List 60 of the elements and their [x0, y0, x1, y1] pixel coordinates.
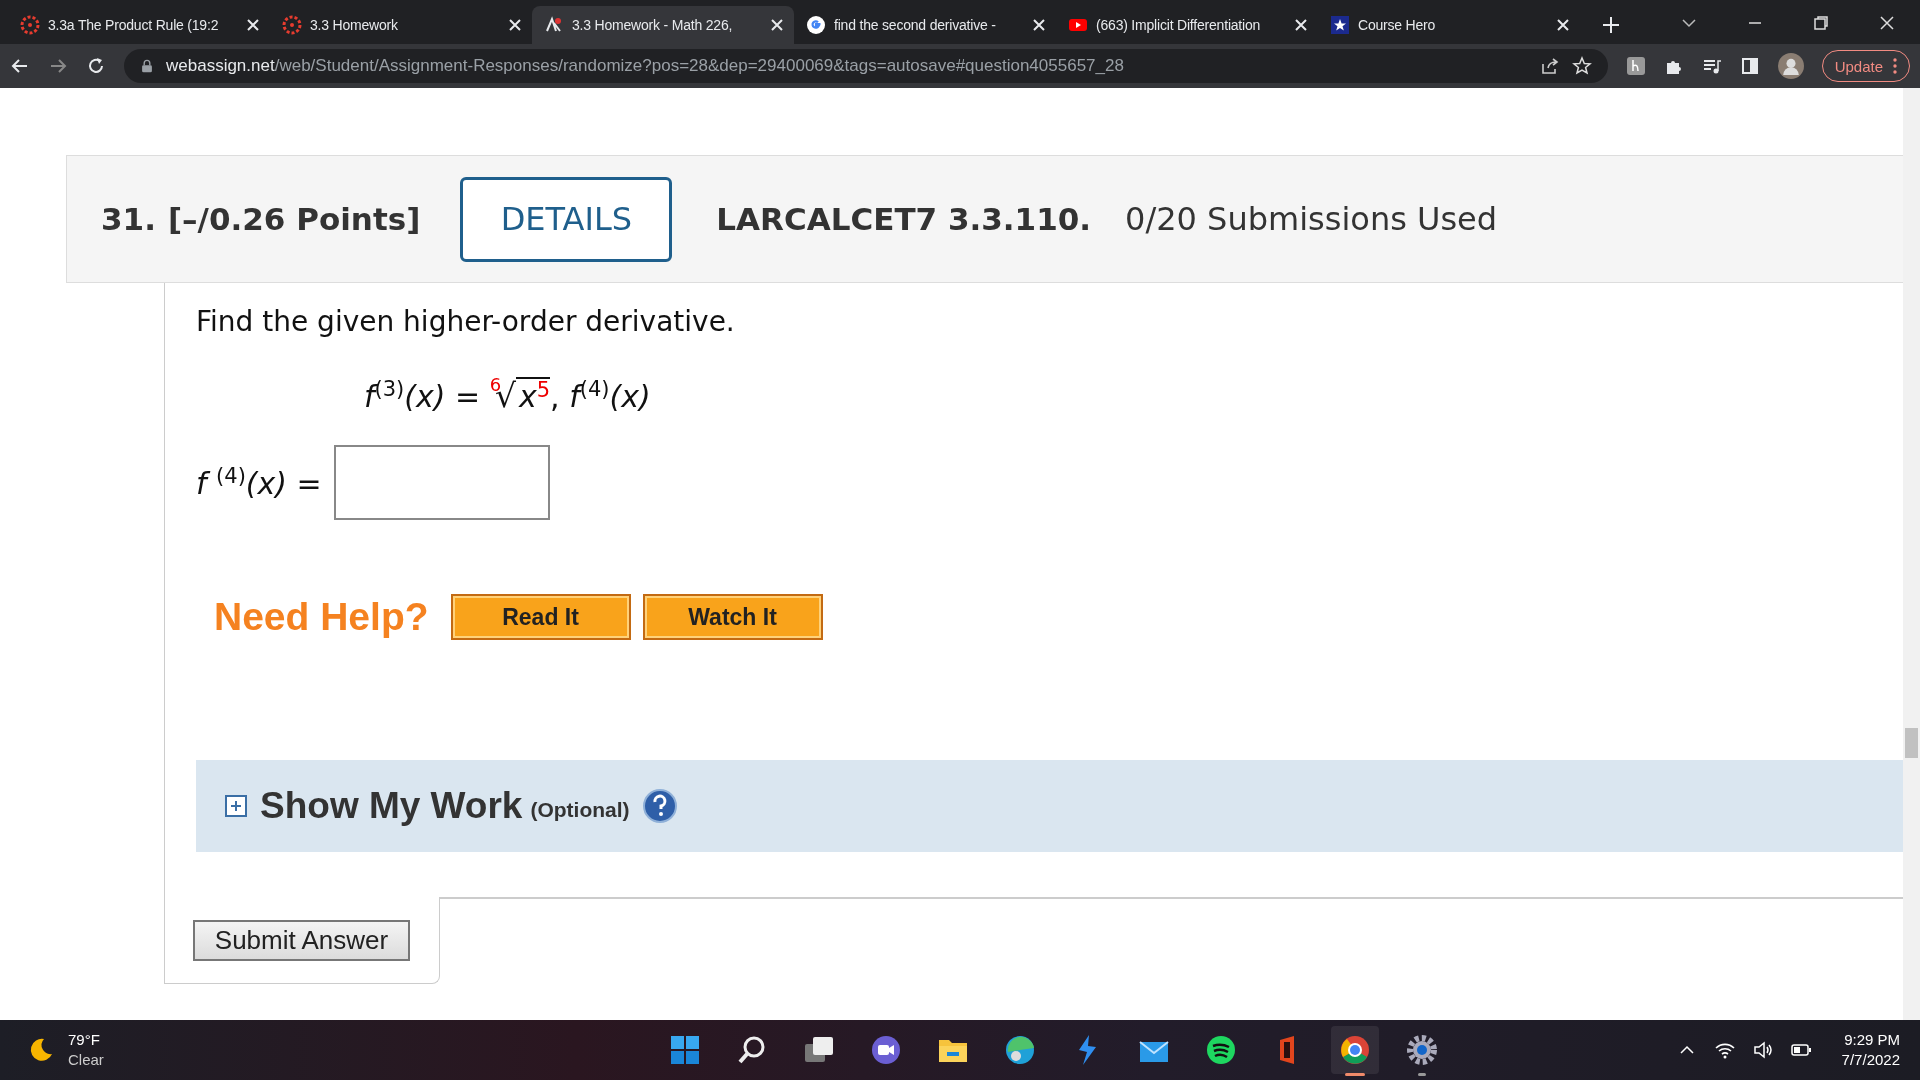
folder-icon[interactable] [939, 1040, 967, 1062]
address-field[interactable]: webassign.net/web/Student/Assignment-Responses/randomize?pos=28&dep=29400069&tags=autosave#question4055657_28 [124, 49, 1608, 83]
browser-tab[interactable]: 3.3a The Product Rule (19:2 [8, 6, 270, 44]
share-icon[interactable] [1539, 56, 1560, 76]
temperature: 79°F [68, 1030, 101, 1050]
canvas-logo-icon [282, 15, 302, 35]
problem-code: LARCALCET7 3.3.110. [716, 201, 1092, 237]
scroll-thumb[interactable] [1905, 728, 1918, 758]
clock-time[interactable]: 9:29 PM [1844, 1030, 1900, 1050]
search-icon[interactable] [738, 1036, 765, 1064]
answer-label: f $^{(4)}$(x) = [196, 464, 322, 502]
show-my-work-title: Show My Work [260, 785, 523, 828]
url-text: webassign.net/web/Student/Assignment-Responses/randomize?pos=28&dep=29400069&tags=autosave#question4055657_28 [166, 56, 1124, 76]
optional-note: (Optional) [530, 798, 630, 823]
new-tab-icon[interactable] [1600, 14, 1622, 36]
need-help-label: Need Help? [214, 595, 429, 640]
question-number: 31. [101, 201, 156, 237]
restore-icon[interactable] [1812, 14, 1830, 32]
clock-date[interactable]: 7/7/2022 [1841, 1050, 1900, 1070]
browser-tab[interactable]: 3.3 Homework - Math 226, [532, 6, 794, 44]
star-logo-icon [1330, 15, 1350, 35]
show-my-work-bar[interactable]: Show My Work (Optional) [196, 760, 1903, 853]
video-chat-icon[interactable] [872, 1036, 900, 1064]
office-icon[interactable] [1280, 1036, 1294, 1064]
browser-tab[interactable]: Course Hero [1318, 6, 1580, 44]
lock-icon [140, 58, 154, 74]
weather-condition: Clear [68, 1050, 104, 1070]
google-logo-icon [806, 15, 826, 35]
edge-browser-icon[interactable] [1006, 1036, 1034, 1064]
points-label: [–/0.26 Points] [167, 201, 421, 237]
lightning-bolt-icon[interactable] [1079, 1035, 1096, 1065]
help-button[interactable]: Read It [450, 594, 631, 641]
submissions-label: 0/20 Submissions Used [1125, 200, 1498, 238]
windows-start-icon[interactable] [671, 1036, 699, 1064]
details-button[interactable]: DETAILS [460, 176, 673, 262]
math-formula: f$^{(3)}$(x) = $^{6}$√x$^{5}$, f$^{(4)}$(x) [364, 374, 652, 416]
help-icon[interactable] [641, 788, 678, 825]
help-button[interactable]: Watch It [642, 594, 823, 641]
extension-icon[interactable] [1625, 56, 1646, 76]
scrollbar[interactable] [1903, 88, 1920, 1020]
close-icon[interactable] [1878, 14, 1896, 32]
spotify-icon[interactable] [1207, 1036, 1235, 1064]
side-panel-icon[interactable] [1739, 56, 1760, 76]
avatar-icon[interactable] [1777, 53, 1804, 79]
settings-icon[interactable] [1407, 1035, 1437, 1065]
browser-tab[interactable]: find the second derivative - [794, 6, 1056, 44]
reload-icon[interactable] [86, 56, 106, 76]
chrome-browser-icon[interactable] [1341, 1036, 1369, 1064]
answer-field[interactable] [333, 445, 550, 521]
browser-tab[interactable]: 3.3 Homework [270, 6, 532, 44]
speaker-icon[interactable] [1751, 1039, 1774, 1061]
task-view-icon[interactable] [805, 1037, 833, 1062]
more-icon [1893, 58, 1897, 74]
canvas-logo-icon [20, 15, 40, 35]
browser-tab[interactable]: (663) Implicit Differentiation [1056, 6, 1318, 44]
question-prompt: Find the given higher-order derivative. [196, 305, 736, 338]
expand-icon[interactable] [224, 794, 248, 819]
submit-button[interactable]: Submit Answer [193, 920, 410, 962]
star-icon[interactable] [1571, 56, 1592, 76]
mail-icon[interactable] [1139, 1041, 1169, 1062]
